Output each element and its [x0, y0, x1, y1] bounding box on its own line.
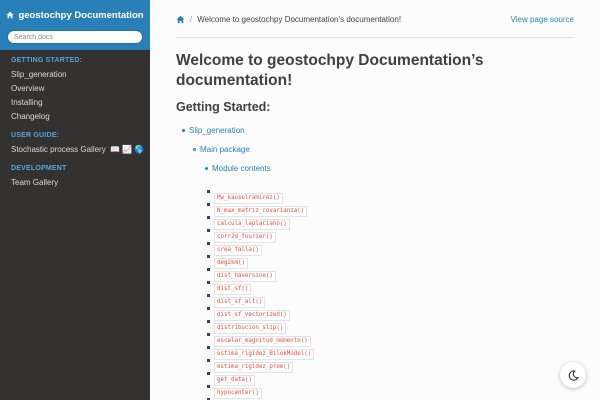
function-item: dist_haversine() — [207, 264, 574, 282]
view-source-link[interactable]: View page source — [511, 15, 574, 24]
bullet — [207, 359, 210, 362]
function-item: estima_rigidez_prem() — [207, 355, 574, 373]
caption-user-guide: USER GUIDE: — [11, 132, 60, 139]
sidebar-item-installing[interactable]: Installing — [0, 95, 150, 109]
sidebar: geostochpy Documentation GETTING STARTED… — [0, 0, 150, 400]
function-item: N_max_matriz_covarianza() — [207, 199, 574, 217]
sidebar-item-label: Stochastic process Gallery — [11, 145, 106, 154]
function-item: deg2km() — [207, 251, 574, 269]
bullet — [207, 190, 210, 193]
bullet — [207, 372, 210, 375]
breadcrumb-separator: / — [190, 15, 193, 24]
function-item: estima_rigidez_BilekModel() — [207, 342, 574, 360]
bullet — [207, 294, 210, 297]
breadcrumb: / Welcome to geostochpy Documentation’s … — [176, 0, 574, 38]
bullet — [207, 216, 210, 219]
function-item: interp_slabtofault() — [207, 394, 574, 400]
main-content: / Welcome to geostochpy Documentation’s … — [150, 0, 600, 400]
bullet — [207, 385, 210, 388]
bullet — [207, 281, 210, 284]
moon-icon — [568, 369, 579, 381]
function-item: distribucion_slip() — [207, 316, 574, 334]
toc-link-slip-generation[interactable]: Slip_generation — [189, 126, 245, 135]
function-list: Mw_kauselramirez() N_max_matriz_covarianz… — [207, 186, 574, 400]
sidebar-header: geostochpy Documentation — [0, 0, 150, 50]
breadcrumb-current: Welcome to geostochpy Documentation’s do… — [197, 15, 402, 24]
function-item: Mw_kauselramirez() — [207, 186, 574, 204]
emoji-icons: 📖 📈 🌎 — [109, 145, 145, 155]
brand-home-link[interactable]: geostochpy Documentation — [6, 9, 144, 21]
bullet — [207, 242, 210, 245]
bullet — [193, 148, 196, 151]
bullet — [205, 167, 208, 170]
bullet — [207, 320, 210, 323]
bullet — [207, 307, 210, 310]
sidebar-item-changelog[interactable]: Changelog — [0, 109, 150, 123]
bullet — [182, 129, 185, 132]
bullet — [207, 268, 210, 271]
home-icon — [6, 11, 15, 19]
function-link[interactable]: interp_slabtofault() — [214, 394, 290, 400]
search-input[interactable] — [7, 30, 143, 44]
toc-item-main-package: Main package — [193, 145, 574, 154]
function-item: dist_sf_alt() — [207, 290, 574, 308]
toc-link-module-contents[interactable]: Module contents — [212, 164, 271, 173]
function-item: get_data() — [207, 368, 574, 386]
function-item: crea_falla() — [207, 238, 574, 256]
brand-title: geostochpy Documentation — [18, 9, 144, 21]
bullet — [207, 229, 210, 232]
theme-toggle-button[interactable] — [560, 362, 586, 388]
function-item: escalar_magnitud_momento() — [207, 329, 574, 347]
sidebar-item-stochastic-gallery[interactable]: Stochastic process Gallery 📖 📈 🌎 — [0, 142, 150, 156]
toc-item-module-contents: Module contents — [205, 164, 574, 173]
section-title: Getting Started: — [176, 100, 271, 114]
sidebar-item-team-gallery[interactable]: Team Gallery — [0, 175, 150, 189]
toc: Slip_generation Main package Module cont… — [176, 126, 574, 173]
function-item: dist_sf_vectorized() — [207, 303, 574, 321]
function-item: calcula_laplaciano() — [207, 212, 574, 230]
toc-item-slip-generation: Slip_generation — [182, 126, 574, 135]
bullet — [207, 203, 210, 206]
sidebar-item-overview[interactable]: Overview — [0, 81, 150, 95]
page-title: Welcome to geostochpy Documentation’s do… — [176, 52, 484, 89]
bullet — [207, 346, 210, 349]
caption-getting-started: GETTING STARTED: — [11, 57, 83, 64]
function-item: hypocenter() — [207, 381, 574, 399]
bullet — [207, 333, 210, 336]
sidebar-item-slip-generation[interactable]: Slip_generation — [0, 67, 150, 81]
caption-development: DEVELOPMENT — [11, 165, 67, 172]
bullet — [207, 255, 210, 258]
toc-link-main-package[interactable]: Main package — [200, 145, 250, 154]
home-icon[interactable] — [176, 15, 185, 24]
function-item: dist_sf() — [207, 277, 574, 295]
function-item: corr2d_fourier() — [207, 225, 574, 243]
